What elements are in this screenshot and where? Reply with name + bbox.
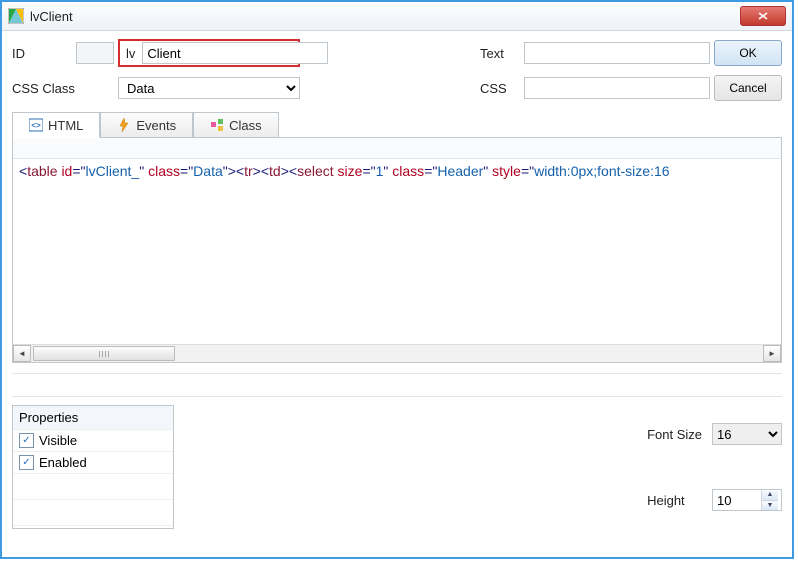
tab-html[interactable]: <> HTML — [12, 112, 100, 138]
horizontal-scrollbar[interactable]: ◄ ► — [13, 344, 781, 362]
prop-enabled-row[interactable]: ✓ Enabled — [13, 451, 173, 473]
close-button[interactable] — [740, 6, 786, 26]
code-editor[interactable]: <table id="lvClient_" class="Data"><tr><… — [12, 137, 782, 363]
title-bar[interactable]: lvClient — [2, 2, 792, 31]
scroll-right-arrow[interactable]: ► — [763, 345, 781, 362]
scroll-thumb[interactable] — [33, 346, 175, 361]
code-toolbar — [13, 138, 781, 159]
css-label: CSS — [480, 81, 520, 96]
lv-prefix-label: lv — [122, 46, 139, 61]
separator — [12, 373, 782, 397]
properties-panel: Properties ✓ Visible ✓ Enabled — [12, 405, 174, 529]
text-input[interactable] — [524, 42, 710, 64]
height-stepper[interactable]: ▲ ▼ — [712, 489, 782, 511]
id-input[interactable] — [142, 42, 328, 64]
css-class-select[interactable]: Data — [118, 77, 300, 99]
tab-class[interactable]: Class — [193, 112, 279, 138]
window-title: lvClient — [30, 9, 740, 24]
tab-bar: <> HTML Events — [12, 111, 782, 137]
cancel-button[interactable]: Cancel — [714, 75, 782, 101]
height-up[interactable]: ▲ — [762, 490, 778, 500]
svg-text:<>: <> — [31, 121, 41, 130]
code-body[interactable]: <table id="lvClient_" class="Data"><tr><… — [13, 159, 781, 344]
height-input[interactable] — [713, 490, 761, 510]
id-label: ID — [12, 46, 72, 61]
id-highlight-box: lv — [118, 39, 300, 67]
text-label: Text — [480, 46, 520, 61]
html-icon: <> — [29, 118, 43, 132]
css-input[interactable] — [524, 77, 710, 99]
visible-label: Visible — [39, 433, 77, 448]
properties-heading: Properties — [13, 406, 173, 429]
class-icon — [210, 118, 224, 132]
id-readonly-box — [76, 42, 114, 64]
prop-empty-row — [13, 473, 173, 499]
dialog-body: ID lv Text OK CSS Class Data CSS Cancel — [2, 31, 792, 557]
height-down[interactable]: ▼ — [762, 500, 778, 511]
height-label: Height — [647, 493, 702, 508]
scroll-track[interactable] — [31, 346, 763, 361]
visible-checkbox[interactable]: ✓ — [19, 433, 34, 448]
tab-events[interactable]: Events — [100, 112, 193, 138]
dialog-window: lvClient ID lv Text OK CSS Class — [0, 0, 794, 559]
ok-button[interactable]: OK — [714, 40, 782, 66]
css-class-label: CSS Class — [12, 81, 114, 96]
prop-visible-row[interactable]: ✓ Visible — [13, 429, 173, 451]
enabled-label: Enabled — [39, 455, 87, 470]
font-size-label: Font Size — [647, 427, 702, 442]
prop-empty-row — [13, 499, 173, 525]
app-icon — [8, 8, 24, 24]
prop-empty-row — [13, 525, 173, 551]
font-size-select[interactable]: 16 — [712, 423, 782, 445]
enabled-checkbox[interactable]: ✓ — [19, 455, 34, 470]
events-icon — [117, 118, 131, 132]
scroll-left-arrow[interactable]: ◄ — [13, 345, 31, 362]
